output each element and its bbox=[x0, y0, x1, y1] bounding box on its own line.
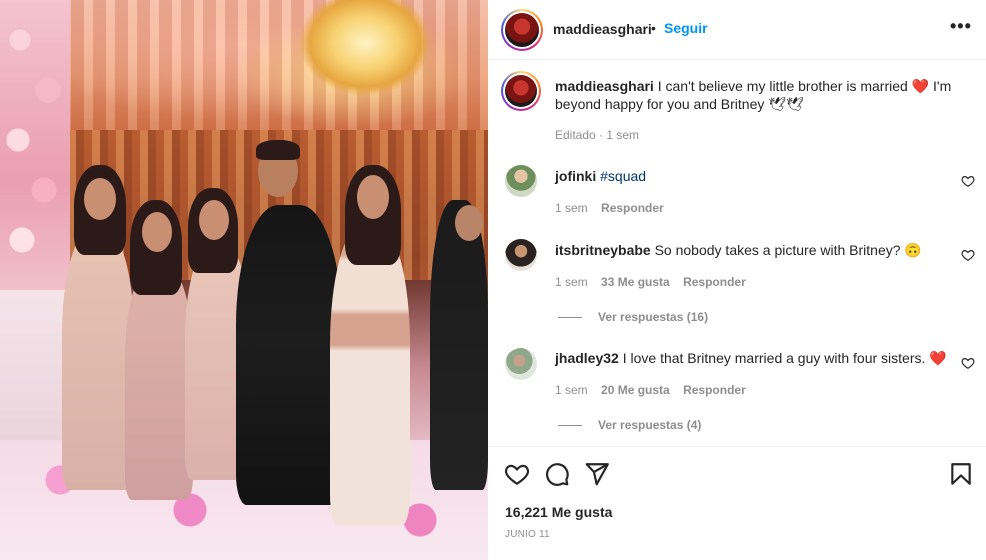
person-2-head bbox=[142, 212, 172, 252]
comment-time: 1 sem bbox=[555, 383, 588, 397]
comment-username[interactable]: jofinki bbox=[555, 168, 596, 184]
person-5-head bbox=[357, 175, 389, 219]
person-background bbox=[430, 200, 488, 490]
comment-username[interactable]: itsbritneybabe bbox=[555, 242, 651, 258]
comment-like-icon[interactable] bbox=[961, 174, 975, 188]
view-replies-button[interactable]: Ver respuestas (16) bbox=[558, 310, 708, 324]
action-bar: 16,221 Me gusta JUNIO 11 bbox=[488, 446, 986, 560]
caption-username[interactable]: maddieasghari bbox=[555, 78, 654, 94]
bookmark-icon[interactable] bbox=[948, 461, 974, 487]
comments-list[interactable]: maddieasghari I can't believe my little … bbox=[488, 61, 986, 446]
comment-avatar[interactable] bbox=[505, 239, 537, 271]
replies-divider bbox=[558, 317, 582, 319]
caption-avatar[interactable] bbox=[501, 71, 541, 111]
replies-divider bbox=[558, 425, 582, 427]
comment-avatar[interactable] bbox=[505, 165, 537, 197]
comment-likes[interactable]: 20 Me gusta bbox=[601, 383, 670, 397]
comment-like-icon[interactable] bbox=[961, 248, 975, 262]
person-2 bbox=[125, 265, 193, 500]
person-1 bbox=[62, 230, 134, 490]
author-username[interactable]: maddieasghari bbox=[553, 21, 652, 37]
view-replies-label: Ver respuestas (16) bbox=[598, 310, 709, 324]
comment-meta: 1 sem 33 Me gusta Responder bbox=[555, 275, 746, 289]
reply-button[interactable]: Responder bbox=[601, 201, 664, 215]
more-options-icon[interactable]: ••• bbox=[950, 16, 972, 37]
person-3-head bbox=[199, 200, 229, 240]
caption-meta: Editado · 1 sem bbox=[555, 128, 640, 142]
view-replies-label: Ver respuestas (4) bbox=[598, 418, 702, 432]
post-photo[interactable] bbox=[0, 0, 488, 560]
comment-icon[interactable] bbox=[544, 461, 570, 487]
hashtag-link[interactable]: #squad bbox=[600, 168, 646, 184]
paper-plane-icon[interactable] bbox=[584, 461, 610, 487]
person-background-head bbox=[455, 205, 483, 241]
chandelier bbox=[300, 0, 430, 95]
post-date[interactable]: JUNIO 11 bbox=[505, 529, 550, 540]
comment: jhadley32 I love that Britney married a … bbox=[555, 349, 955, 367]
follow-button[interactable]: Seguir bbox=[664, 20, 708, 36]
comment-username[interactable]: jhadley32 bbox=[555, 350, 619, 366]
comment-meta: 1 sem 20 Me gusta Responder bbox=[555, 383, 746, 397]
comment: jofinki #squad bbox=[555, 167, 935, 185]
view-replies-button[interactable]: Ver respuestas (4) bbox=[558, 418, 701, 432]
caption: maddieasghari I can't believe my little … bbox=[555, 77, 960, 113]
person-4-hair bbox=[256, 140, 300, 160]
comment-avatar[interactable] bbox=[505, 348, 537, 380]
comment: itsbritneybabe So nobody takes a picture… bbox=[555, 241, 935, 259]
separator-dot: • bbox=[651, 20, 656, 36]
flower-wall bbox=[0, 0, 70, 300]
comment-time: 1 sem bbox=[555, 201, 588, 215]
person-5 bbox=[330, 225, 410, 525]
comment-text: I love that Britney married a guy with f… bbox=[622, 350, 947, 366]
comment-time: 1 sem bbox=[555, 275, 588, 289]
reply-button[interactable]: Responder bbox=[683, 275, 746, 289]
like-count[interactable]: 16,221 Me gusta bbox=[505, 504, 612, 520]
comment-likes[interactable]: 33 Me gusta bbox=[601, 275, 670, 289]
reply-button[interactable]: Responder bbox=[683, 383, 746, 397]
heart-icon[interactable] bbox=[504, 461, 530, 487]
comment-meta: 1 sem Responder bbox=[555, 201, 664, 215]
post-header: maddieasghari • Seguir ••• bbox=[488, 0, 986, 60]
avatar[interactable] bbox=[501, 9, 543, 51]
person-1-head bbox=[84, 178, 116, 220]
comment-text: So nobody takes a picture with Britney? … bbox=[654, 242, 922, 258]
comment-like-icon[interactable] bbox=[961, 356, 975, 370]
post-details-panel: maddieasghari • Seguir ••• maddieasghari… bbox=[488, 0, 986, 560]
person-4 bbox=[236, 205, 342, 505]
